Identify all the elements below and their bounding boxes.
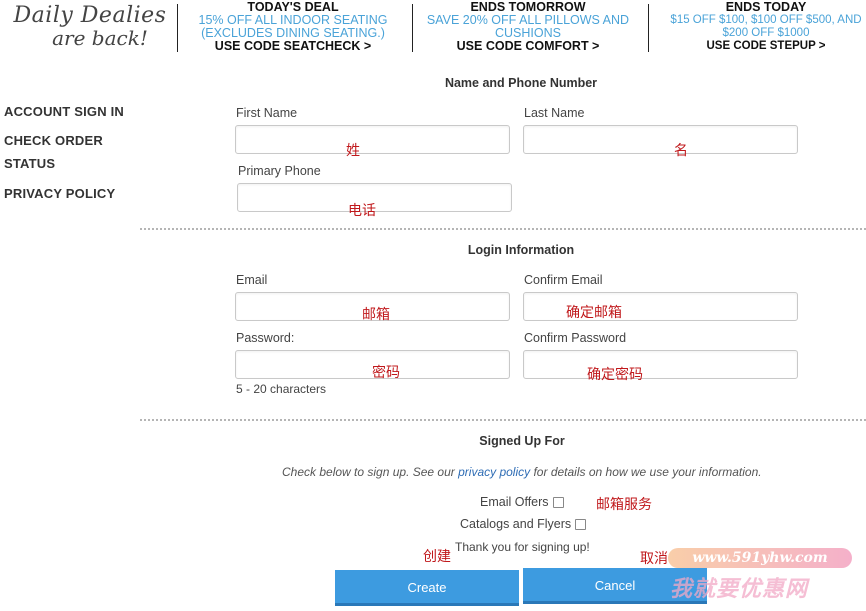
deal-code-link[interactable]: USE CODE SEATCHECK >: [190, 40, 396, 53]
deal-code-link[interactable]: USE CODE STEPUP >: [666, 40, 866, 53]
daily-dealies-logo[interactable]: Daily Dealies are back!: [10, 3, 170, 50]
watermark-url: www.591yhw.com: [668, 548, 852, 568]
deal-today[interactable]: TODAY'S DEAL 15% OFF ALL INDOOR SEATING …: [190, 1, 396, 53]
deal-code-link[interactable]: USE CODE COMFORT >: [420, 40, 636, 53]
sidebar-item-status[interactable]: STATUS: [4, 152, 124, 175]
email-offers-checkbox[interactable]: [552, 496, 564, 508]
primary-phone-label: Primary Phone: [238, 164, 321, 178]
banner-divider: [648, 4, 649, 52]
watermark-name: 我就要优惠网: [670, 576, 809, 601]
annotation-create: 创建: [423, 548, 451, 564]
catalogs-row: Catalogs and Flyers: [460, 517, 587, 531]
section-divider: [140, 419, 866, 421]
confirm-password-label: Confirm Password: [524, 331, 627, 345]
promo-banner: Daily Dealies are back! TODAY'S DEAL 15%…: [0, 0, 866, 56]
first-name-label: First Name: [236, 106, 298, 120]
email-offers-row: Email Offers: [480, 495, 564, 509]
banner-divider: [177, 4, 178, 52]
section-title-login: Login Information: [467, 243, 575, 257]
email-offers-label: Email Offers: [480, 495, 549, 509]
sidebar-item-account-sign-in[interactable]: ACCOUNT SIGN IN: [4, 100, 124, 123]
last-name-label: Last Name: [524, 106, 585, 120]
first-name-input[interactable]: [235, 125, 510, 154]
sidebar-item-privacy-policy[interactable]: PRIVACY POLICY: [4, 182, 124, 205]
privacy-policy-link[interactable]: privacy policy: [458, 465, 530, 479]
annotation-password: 密码: [372, 364, 400, 380]
password-hint: 5 - 20 characters: [236, 382, 327, 396]
annotation-cancel: 取消: [640, 550, 668, 566]
signup-note-text: for details on how we use your informati…: [530, 465, 762, 479]
section-divider: [140, 228, 866, 230]
thank-you-message: Thank you for signing up!: [455, 540, 590, 554]
create-button[interactable]: Create: [335, 570, 519, 606]
deal-body: $200 OFF $1000: [722, 27, 810, 39]
annotation-confirm-password: 确定密码: [587, 366, 643, 382]
deal-tomorrow[interactable]: ENDS TOMORROW SAVE 20% OFF ALL PILLOWS A…: [420, 1, 636, 53]
password-label: Password:: [236, 331, 295, 345]
annotation-confirm-email: 确定邮箱: [566, 304, 622, 320]
annotation-phone: 电话: [348, 202, 376, 218]
email-label: Email: [236, 273, 268, 287]
banner-divider: [412, 4, 413, 52]
signup-note-text: Check below to sign up. See our: [282, 465, 459, 479]
logo-line-1: Daily Dealies: [13, 3, 167, 28]
section-title-name-phone: Name and Phone Number: [444, 76, 598, 90]
catalogs-label: Catalogs and Flyers: [460, 517, 572, 531]
last-name-input[interactable]: [523, 125, 798, 154]
confirm-password-input[interactable]: [523, 350, 798, 379]
deal-ends-today[interactable]: ENDS TODAY $15 OFF $100, $100 OFF $500, …: [666, 1, 866, 53]
confirm-email-input[interactable]: [523, 292, 798, 321]
catalogs-checkbox[interactable]: [575, 518, 587, 530]
annotation-email-service: 邮箱服务: [596, 496, 652, 512]
annotation-last-name: 名: [674, 142, 688, 158]
signup-note: Check below to sign up. See our privacy …: [282, 465, 762, 479]
deal-body: $15 OFF $100, $100 OFF $500, AND: [670, 14, 862, 26]
confirm-email-label: Confirm Email: [524, 273, 603, 287]
section-title-signup: Signed Up For: [479, 434, 565, 448]
logo-line-2: are back!: [52, 26, 148, 50]
annotation-first-name: 姓: [346, 142, 360, 158]
account-sidebar: ACCOUNT SIGN IN CHECK ORDER STATUS PRIVA…: [4, 100, 124, 205]
sidebar-item-check-order[interactable]: CHECK ORDER: [4, 129, 124, 152]
deal-heading: ENDS TODAY: [725, 0, 807, 14]
annotation-email: 邮箱: [362, 306, 390, 322]
